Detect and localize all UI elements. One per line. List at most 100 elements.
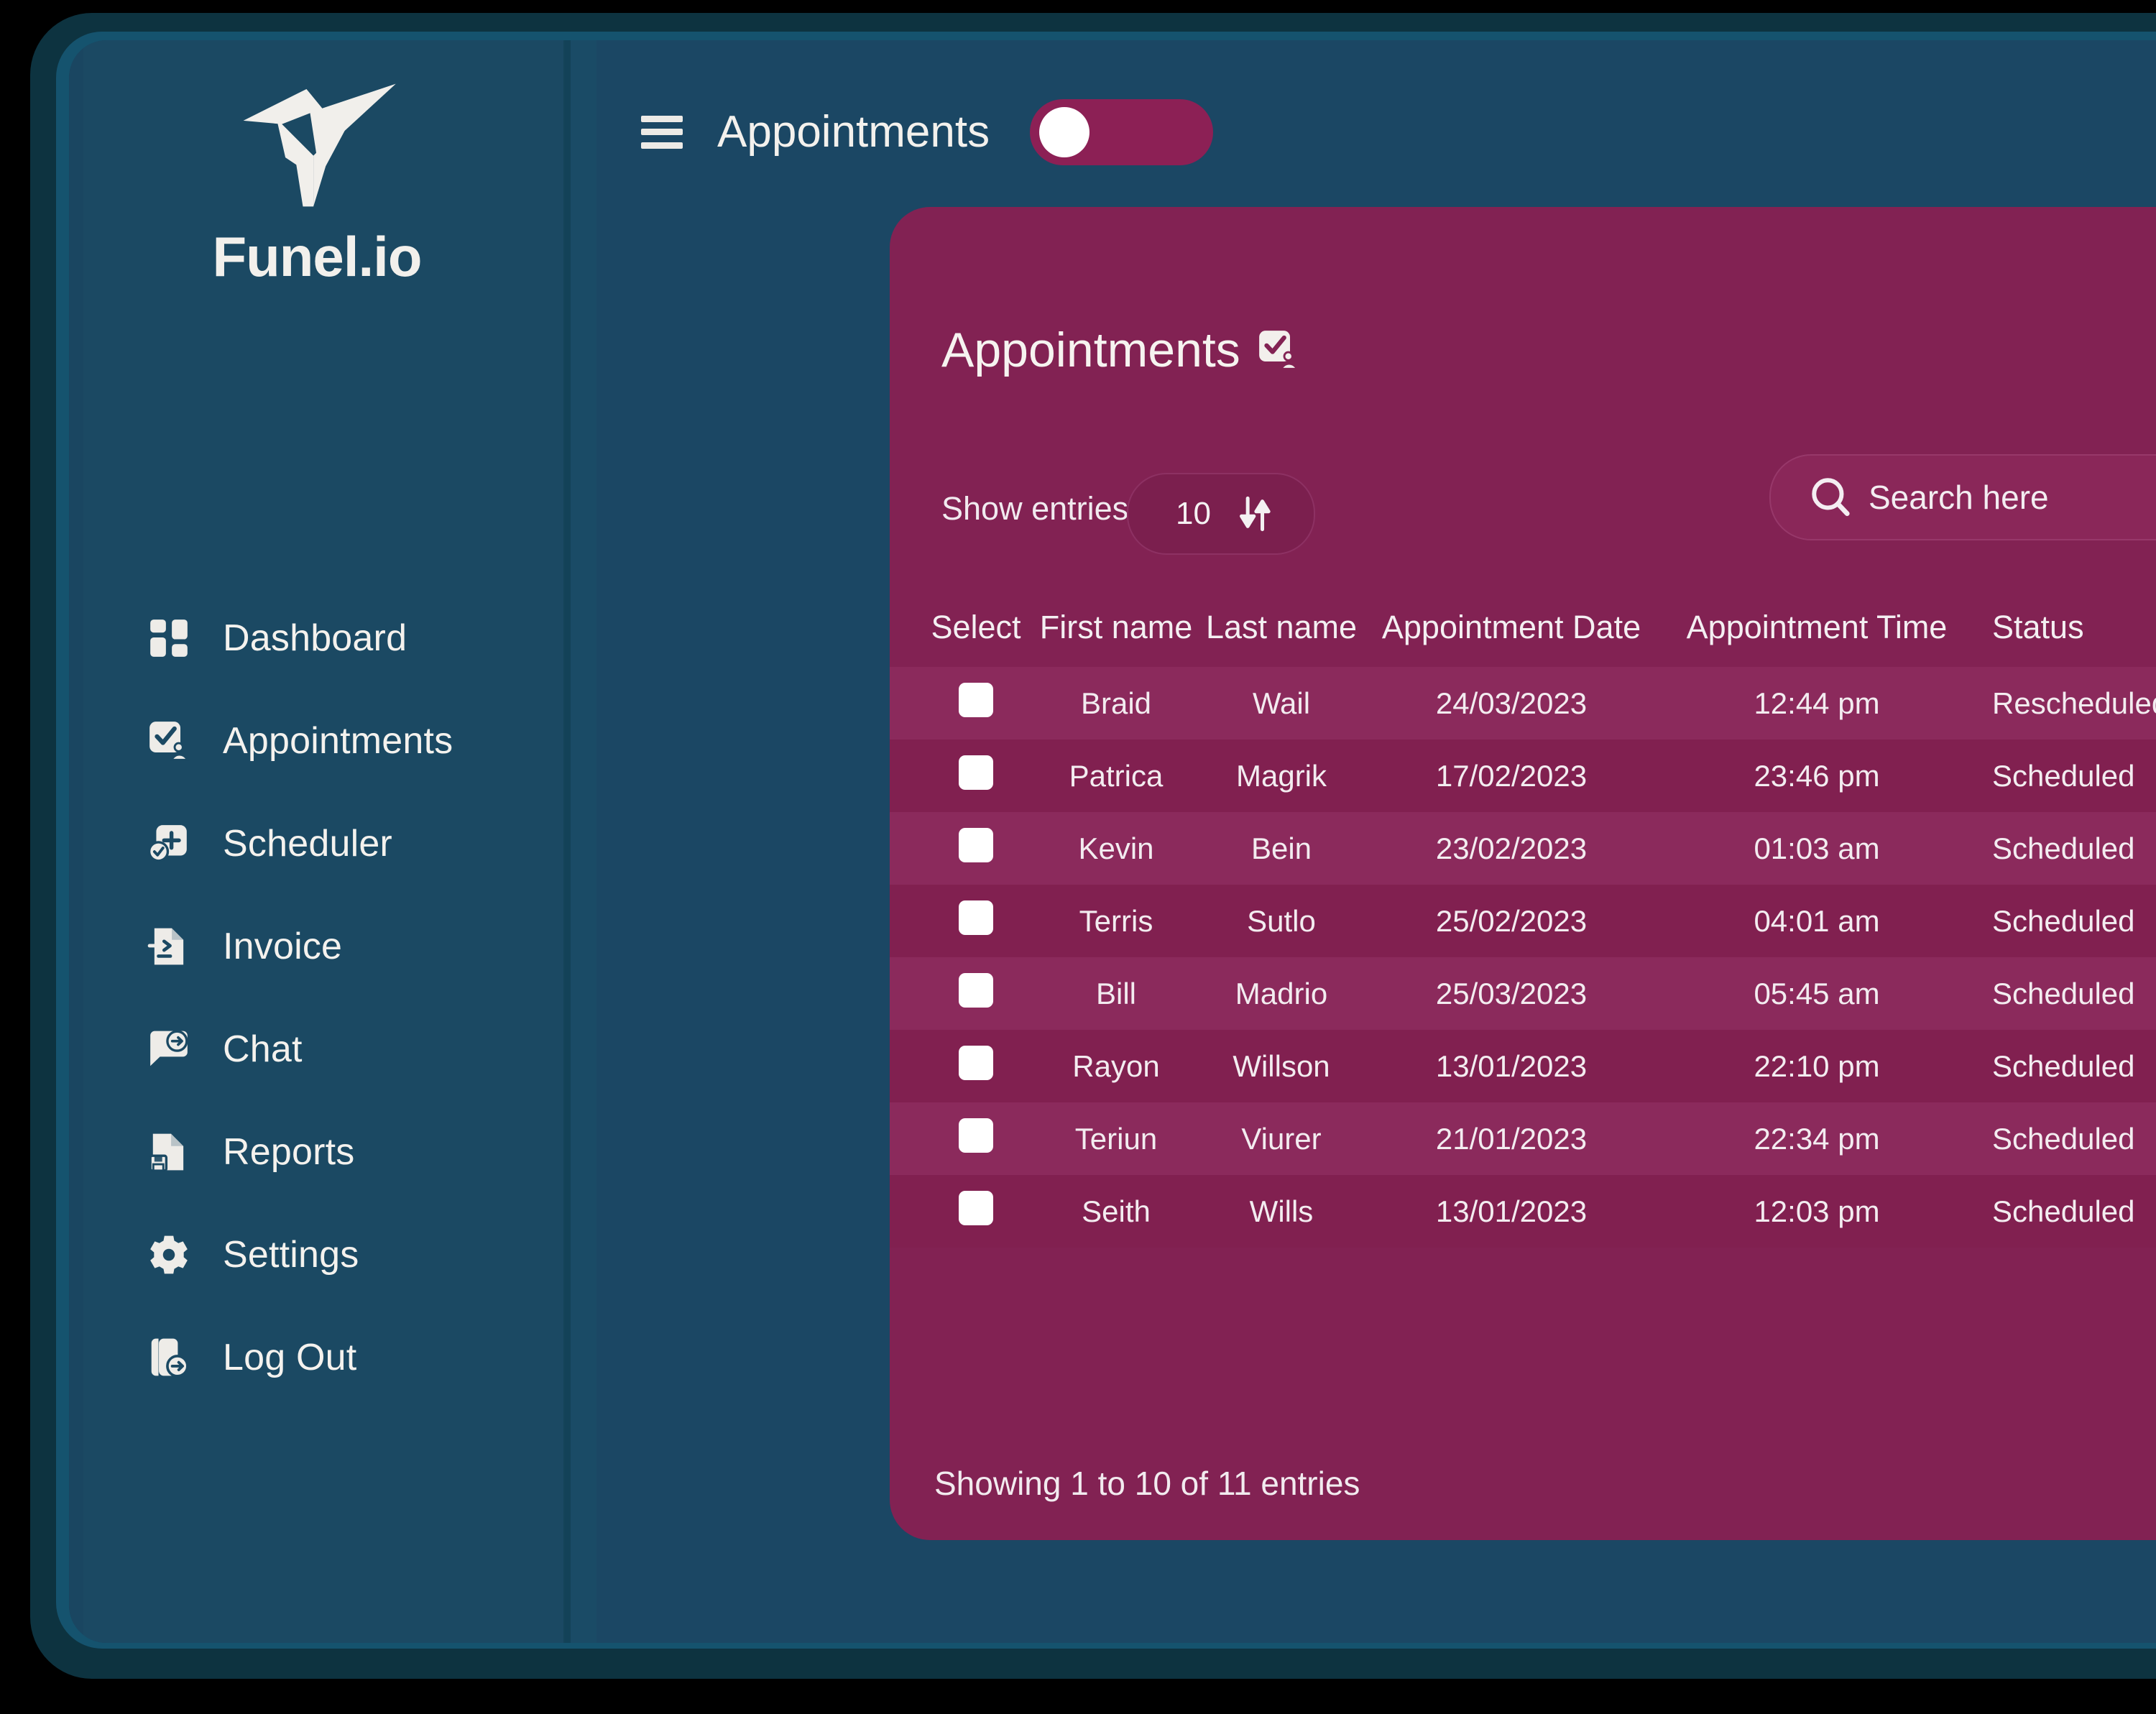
cell-last-name: Willson [1233, 1049, 1330, 1083]
funnel-check-logo-icon [243, 83, 396, 207]
toggle-knob [1039, 106, 1090, 157]
sidebar-item-invoice[interactable]: Invoice [147, 916, 549, 977]
cell-time: 12:03 pm [1754, 1194, 1880, 1228]
cell-first-name: Kevin [1078, 831, 1154, 865]
row-checkbox[interactable] [959, 900, 993, 935]
row-checkbox[interactable] [959, 1045, 993, 1080]
page-title: Appointments [717, 107, 990, 157]
app-window: Funel.io Dashboard Appointments Schedule… [69, 40, 2156, 1643]
table-row[interactable]: Rayon Willson 13/01/2023 22:10 pm Scheduled [890, 1030, 2156, 1102]
row-select-cell [890, 682, 1033, 724]
table-row[interactable]: Seith Wills 13/01/2023 12:03 pm Scheduled [890, 1175, 2156, 1248]
cell-last-name: Bein [1250, 831, 1312, 865]
cell-last-name: Wail [1252, 686, 1311, 720]
table-footer-status: Showing 1 to 10 of 11 entries [934, 1465, 1360, 1502]
cell-last-name: Viurer [1241, 1121, 1322, 1156]
calendar-clock-icon [147, 821, 191, 866]
cell-date: 13/01/2023 [1435, 1049, 1588, 1083]
report-save-icon [147, 1130, 191, 1174]
row-select-cell [890, 1045, 1033, 1087]
table-row[interactable]: Terris Sutlo 25/02/2023 04:01 am Scheduled [890, 885, 2156, 957]
show-entries-value: 10 [1176, 496, 1211, 531]
gear-icon [147, 1232, 191, 1277]
cell-status: Scheduled [1992, 903, 2135, 938]
search-box[interactable]: Search here [1769, 454, 2156, 540]
sidebar-item-settings[interactable]: Settings [147, 1225, 549, 1285]
table-row[interactable]: Patrica Magrik 17/02/2023 23:46 pm Scheduled [890, 739, 2156, 812]
table-row[interactable]: Kevin Bein 23/02/2023 01:03 am Scheduled [890, 812, 2156, 885]
cell-first-name: Rayon [1072, 1049, 1160, 1083]
sidebar-item-chat[interactable]: Chat [147, 1019, 549, 1079]
cell-first-name: Patrica [1069, 758, 1164, 793]
row-select-cell [890, 1118, 1033, 1160]
cell-time: 05:45 am [1754, 976, 1880, 1010]
invoice-document-icon [147, 924, 191, 969]
sidebar-item-dashboard[interactable]: Dashboard [147, 608, 549, 668]
logout-arrow-icon [147, 1335, 191, 1380]
card-title: Appointments [941, 323, 1240, 377]
cell-time: 12:44 pm [1754, 686, 1880, 720]
sidebar-item-reports[interactable]: Reports [147, 1122, 549, 1182]
table-body: Braid Wail 24/03/2023 12:44 pm Rescheduled Pa… [890, 667, 2156, 1248]
column-header-select[interactable]: Select [890, 609, 1033, 646]
table-row[interactable]: Bill Madrio 25/03/2023 05:45 am Scheduled [890, 957, 2156, 1030]
sort-updown-icon [1239, 496, 1271, 532]
row-checkbox[interactable] [959, 827, 993, 862]
sidebar-item-label: Reports [223, 1131, 355, 1173]
column-header-time[interactable]: Appointment Time [1659, 609, 1975, 646]
grid-icon [147, 616, 191, 660]
table-row[interactable]: Braid Wail 24/03/2023 12:44 pm Rescheduled [890, 667, 2156, 739]
cell-first-name: Terris [1079, 903, 1153, 938]
theme-toggle[interactable] [1030, 98, 1214, 165]
column-header-first-name[interactable]: First name [1033, 609, 1199, 646]
row-select-cell [890, 972, 1033, 1015]
chat-bubble-arrow-icon [147, 1027, 191, 1072]
cell-time: 01:03 am [1754, 831, 1880, 865]
cell-first-name: Braid [1080, 686, 1152, 720]
hamburger-icon[interactable] [641, 115, 683, 149]
appointments-table: Select First name Last name Appointment … [890, 588, 2156, 1248]
column-header-status[interactable]: Status [1975, 609, 2156, 646]
row-checkbox[interactable] [959, 972, 993, 1008]
cell-date: 23/02/2023 [1435, 831, 1588, 865]
cell-time: 04:01 am [1754, 903, 1880, 938]
sidebar-item-label: Log Out [223, 1337, 357, 1378]
cell-date: 24/03/2023 [1435, 686, 1588, 720]
cell-date: 21/01/2023 [1435, 1121, 1588, 1156]
sidebar-item-appointments[interactable]: Appointments [147, 711, 549, 771]
row-checkbox[interactable] [959, 755, 993, 790]
row-checkbox[interactable] [959, 1118, 993, 1153]
cell-last-name: Wills [1249, 1194, 1314, 1228]
sidebar-item-label: Settings [223, 1234, 359, 1276]
column-header-last-name[interactable]: Last name [1199, 609, 1364, 646]
topbar: Appointments [596, 40, 2156, 224]
cell-time: 22:34 pm [1754, 1121, 1880, 1156]
brand-logo[interactable]: Funel.io [69, 73, 565, 290]
cell-last-name: Madrio [1235, 976, 1328, 1010]
clipboard-check-user-icon [1258, 331, 1299, 370]
cell-time: 22:10 pm [1754, 1049, 1880, 1083]
cell-date: 17/02/2023 [1435, 758, 1588, 793]
table-header-row: Select First name Last name Appointment … [890, 588, 2156, 667]
cell-status: Rescheduled [1992, 686, 2156, 720]
sidebar-item-scheduler[interactable]: Scheduler [147, 814, 549, 874]
sidebar-divider [563, 40, 571, 1643]
row-checkbox[interactable] [959, 682, 993, 717]
cell-status: Scheduled [1992, 758, 2135, 793]
app-root: Funel.io Dashboard Appointments Schedule… [0, 0, 2156, 1714]
column-header-date[interactable]: Appointment Date [1364, 609, 1659, 646]
search-input[interactable]: Search here [1869, 478, 2049, 517]
cell-status: Scheduled [1992, 1049, 2135, 1083]
cell-status: Scheduled [1992, 976, 2135, 1010]
sidebar-item-label: Dashboard [223, 617, 407, 659]
sidebar-item-logout[interactable]: Log Out [147, 1327, 549, 1388]
cell-first-name: Seith [1082, 1194, 1151, 1228]
cell-first-name: Bill [1095, 976, 1136, 1010]
cell-status: Scheduled [1992, 1121, 2135, 1156]
show-entries-select[interactable]: 10 [1127, 473, 1315, 555]
sidebar-item-label: Invoice [223, 926, 343, 967]
table-row[interactable]: Teriun Viurer 21/01/2023 22:34 pm Scheduled [890, 1102, 2156, 1175]
row-checkbox[interactable] [959, 1190, 993, 1225]
cell-time: 23:46 pm [1754, 758, 1880, 793]
sidebar-item-label: Scheduler [223, 823, 392, 865]
